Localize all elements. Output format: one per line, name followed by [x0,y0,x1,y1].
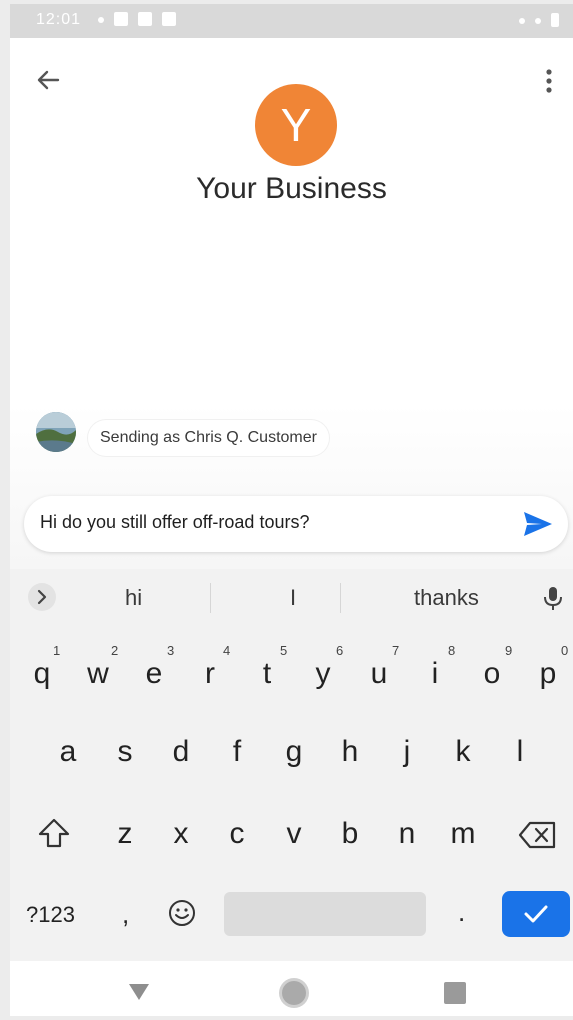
system-icons [519,13,559,27]
key-e[interactable]: e3 [134,643,175,691]
business-avatar: Y [255,84,337,166]
suggestion-2[interactable]: I [290,585,296,611]
nav-recents-icon[interactable] [444,982,466,1004]
notification-icons [98,12,176,26]
key-b[interactable]: b [330,817,370,851]
keyboard: hi I thanks q1 w2 e3 r4 t 5 y 6 u 7 i 8 … [10,569,573,961]
back-arrow-icon[interactable] [32,64,64,96]
status-time: 12:01 [36,11,82,28]
key-a[interactable]: a [48,735,88,769]
key-r[interactable]: r4 [190,643,230,691]
key-s[interactable]: s [105,735,145,769]
key-d[interactable]: d [161,735,201,769]
wifi-icon [519,18,525,24]
key-letter: i [431,657,439,690]
suggestion-1[interactable]: hi [125,585,142,611]
notification-dot-icon [98,17,104,23]
key-j[interactable]: j [387,735,427,769]
nav-home-icon[interactable] [282,981,306,1005]
key-i[interactable]: i8 [415,643,456,691]
signal-icon [535,18,541,24]
key-letter: r [205,657,215,690]
key-letter: w [87,657,109,690]
notification-message-icon [162,12,176,26]
key-o[interactable]: o9 [472,643,513,691]
key-letter: y [315,657,331,690]
key-letter: p [539,657,557,690]
key-p[interactable]: p0 [528,643,569,691]
key-x[interactable]: x [161,817,201,851]
key-number-hint: 1 [53,643,61,658]
shift-icon[interactable] [36,815,72,851]
key-c[interactable]: c [217,817,257,851]
key-k[interactable]: k [443,735,483,769]
key-number-hint: 0 [561,643,569,658]
sending-as-label: Sending as Chris Q. Customer [88,420,329,456]
key-number-hint: 3 [167,643,175,658]
nav-back-icon[interactable] [128,983,150,1001]
key-w[interactable]: w2 [78,643,118,691]
more-options-icon[interactable] [536,64,562,98]
key-l[interactable]: l [500,735,540,769]
enter-key[interactable] [502,891,570,937]
device-frame: 12:01 Y Your Business Sending as Chris Q… [0,0,573,1020]
phone-screen: 12:01 Y Your Business Sending as Chris Q… [10,4,573,1016]
message-input[interactable]: Hi do you still offer off-road tours? [40,512,309,533]
comma-key[interactable]: , [122,899,129,930]
key-letter: o [483,657,501,690]
key-letter: e [145,657,163,690]
key-number-hint: 9 [505,643,513,658]
key-number-hint: 2 [111,643,119,658]
space-bar[interactable] [224,892,426,936]
key-g[interactable]: g [274,735,314,769]
key-number-hint: 6 [336,643,344,658]
battery-icon [551,13,559,27]
key-letter: t [262,657,272,690]
key-letter: u [370,657,388,690]
symbols-key[interactable]: ?123 [26,902,75,928]
suggestion-divider [340,583,341,613]
key-letter: q [33,657,51,690]
sender-avatar [36,412,76,452]
key-number-hint: 7 [392,643,400,658]
navigation-bar [10,961,573,1016]
business-name: Your Business [196,172,387,205]
key-number-hint: 5 [280,643,288,658]
key-t[interactable]: t5 [247,643,287,691]
emoji-icon[interactable] [167,898,197,928]
key-y[interactable]: y6 [303,643,344,691]
status-bar: 12:01 [10,4,573,38]
key-v[interactable]: v [274,817,314,851]
key-h[interactable]: h [330,735,370,769]
suggestion-3[interactable]: thanks [414,585,479,611]
key-z[interactable]: z [105,817,145,851]
key-f[interactable]: f [217,735,257,769]
message-composer[interactable]: Hi do you still offer off-road tours? [24,496,568,552]
checkmark-icon [524,905,548,923]
backspace-icon[interactable] [518,819,558,851]
key-number-hint: 8 [448,643,456,658]
chevron-right-icon[interactable] [28,583,56,611]
key-q[interactable]: q1 [22,643,62,691]
key-m[interactable]: m [443,817,483,851]
period-key[interactable]: . [458,897,465,928]
suggestion-divider [210,583,211,613]
microphone-icon[interactable] [542,585,564,613]
key-u[interactable]: u7 [359,643,400,691]
notification-doc-icon [138,12,152,26]
suggestion-strip: hi I thanks [10,569,573,627]
key-number-hint: 4 [223,643,231,658]
send-icon[interactable] [522,509,554,539]
key-n[interactable]: n [387,817,427,851]
notification-app-icon [114,12,128,26]
